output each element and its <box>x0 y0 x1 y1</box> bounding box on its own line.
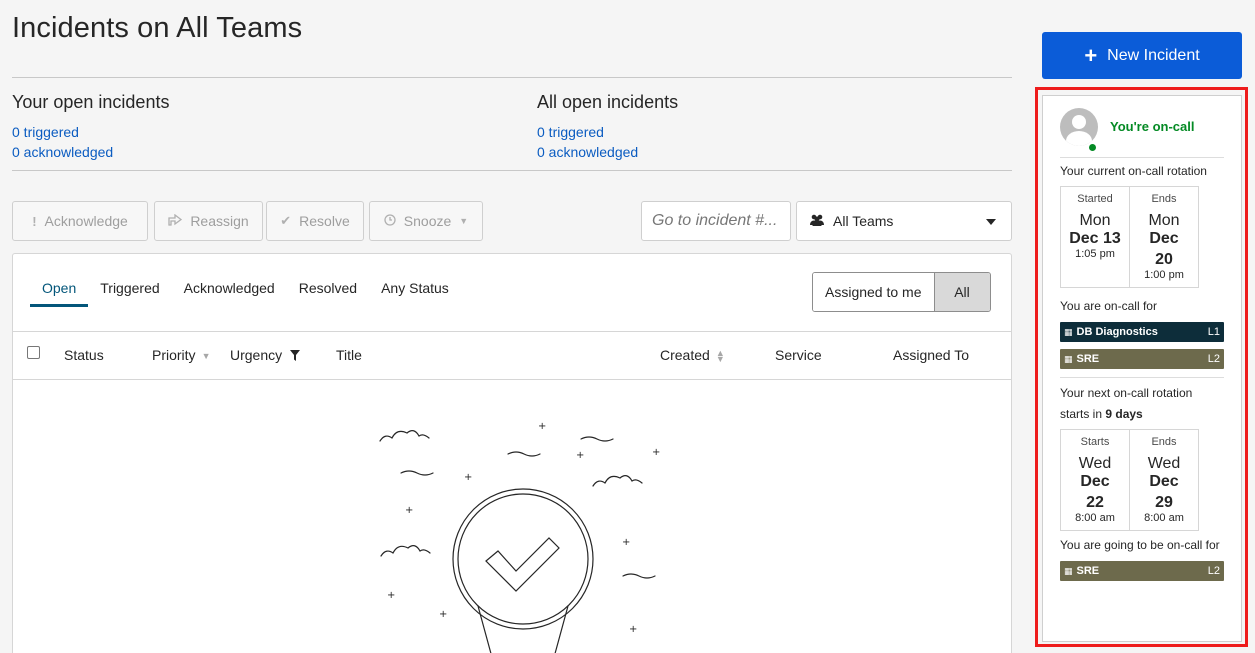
your-open-incidents: Your open incidents 0 triggered 0 acknow… <box>12 92 169 162</box>
svg-text:+: + <box>464 472 472 483</box>
col-status[interactable]: Status <box>64 347 104 363</box>
calendar-icon: ▦ <box>1064 354 1073 364</box>
divider <box>12 170 1012 171</box>
col-assigned-to: Assigned To <box>893 347 970 363</box>
tab-open[interactable]: Open <box>30 280 89 307</box>
col-title: Title <box>336 347 362 363</box>
svg-text:+: + <box>538 421 546 432</box>
status-tabs: Open Triggered Acknowledged Resolved Any… <box>30 280 461 307</box>
filter-icon[interactable] <box>290 348 301 364</box>
rotation-end: Ends Mon Dec 20 1:00 pm <box>1129 187 1198 287</box>
snooze-label: Snooze <box>403 213 452 229</box>
current-rotation-card: Started Mon Dec 13 1:05 pm Ends Mon Dec … <box>1060 186 1199 288</box>
svg-text:+: + <box>652 447 660 458</box>
share-icon <box>168 213 183 229</box>
svg-text:+: + <box>622 537 630 548</box>
col-created[interactable]: Created ▲ ▼ <box>660 347 725 365</box>
current-rotation-label: Your current on-call rotation <box>1060 164 1207 178</box>
select-all-checkbox[interactable] <box>27 346 40 359</box>
all-acknowledged-link[interactable]: 0 acknowledged <box>537 142 678 162</box>
snooze-button[interactable]: Snooze ▼ <box>369 201 483 241</box>
col-priority[interactable]: Priority ▼ <box>152 347 210 363</box>
checkmark-icon: ✔ <box>280 213 292 228</box>
svg-text:+: + <box>387 590 395 601</box>
page-title: Incidents on All Teams <box>12 12 303 44</box>
assigned-to-me-button[interactable]: Assigned to me <box>813 273 935 311</box>
your-acknowledged-link[interactable]: 0 acknowledged <box>12 142 169 162</box>
resolve-label: Resolve <box>299 213 350 229</box>
service-badge[interactable]: ▦ DB Diagnostics L1 <box>1060 322 1224 342</box>
reassign-button[interactable]: Reassign <box>154 201 263 241</box>
resolve-button[interactable]: ✔ Resolve <box>266 201 364 241</box>
your-triggered-link[interactable]: 0 triggered <box>12 122 169 142</box>
avatar <box>1060 107 1098 146</box>
service-badge[interactable]: ▦ SRE L2 <box>1060 349 1224 369</box>
service-badge[interactable]: ▦ SRE L2 <box>1060 561 1224 581</box>
new-incident-label: New Incident <box>1107 46 1200 64</box>
all-triggered-link[interactable]: 0 triggered <box>537 122 678 142</box>
svg-text:+: + <box>629 624 637 635</box>
teams-label: All Teams <box>833 213 894 229</box>
calendar-icon: ▦ <box>1064 327 1073 337</box>
assignment-toggle: Assigned to me All <box>812 272 991 312</box>
going-oncall-label: You are going to be on-call for <box>1060 538 1220 552</box>
no-incidents-illustration: + + + + + + + + + <box>379 421 660 653</box>
tab-acknowledged[interactable]: Acknowledged <box>172 280 287 307</box>
col-urgency[interactable]: Urgency <box>230 347 301 364</box>
plus-icon: + <box>1084 42 1098 68</box>
online-status-dot <box>1088 143 1097 152</box>
divider <box>12 77 1012 78</box>
current-rotation-section: Your current on-call rotation Started Mo… <box>1060 158 1224 378</box>
oncall-status: You're on-call <box>1110 119 1195 134</box>
teams-dropdown[interactable]: All Teams <box>796 201 1012 241</box>
svg-text:+: + <box>439 609 447 620</box>
all-open-incidents: All open incidents 0 triggered 0 acknowl… <box>537 92 678 162</box>
next-rotation-card: Starts Wed Dec 22 8:00 am Ends Wed Dec 2… <box>1060 429 1199 531</box>
all-assignees-button[interactable]: All <box>934 273 990 311</box>
rotation-start: Started Mon Dec 13 1:05 pm <box>1069 193 1121 260</box>
svg-text:+: + <box>405 505 413 516</box>
tab-resolved[interactable]: Resolved <box>287 280 369 307</box>
your-open-heading: Your open incidents <box>12 92 170 112</box>
tab-any-status[interactable]: Any Status <box>369 280 461 307</box>
next-rotation-label: Your next on-call rotation starts in 9 d… <box>1060 386 1193 421</box>
incidents-panel: Open Triggered Acknowledged Resolved Any… <box>12 253 1012 653</box>
acknowledge-label: Acknowledge <box>44 213 128 229</box>
goto-incident-input[interactable] <box>641 201 791 241</box>
col-service: Service <box>775 347 822 363</box>
all-open-heading: All open incidents <box>537 92 679 112</box>
caret-down-icon: ▼ <box>459 216 469 226</box>
table-header: Status Priority ▼ Urgency Title Created ▲ ▼… <box>13 331 1011 380</box>
new-incident-button[interactable]: + New Incident <box>1042 32 1242 79</box>
users-icon <box>809 213 825 229</box>
exclamation-icon: ! <box>32 213 37 229</box>
main-content: Incidents on All Teams Your open inciden… <box>12 0 1012 653</box>
caret-down-icon <box>986 219 996 225</box>
reassign-label: Reassign <box>190 213 249 229</box>
oncall-header: You're on-call <box>1060 96 1224 158</box>
oncall-for-label: You are on-call for <box>1060 299 1157 313</box>
oncall-panel: You're on-call Your current on-call rota… <box>1042 95 1242 642</box>
tab-triggered[interactable]: Triggered <box>88 280 171 307</box>
svg-text:+: + <box>576 450 584 461</box>
rotation-start: Starts Wed Dec 22 8:00 am <box>1075 436 1115 524</box>
next-rotation-section: Your next on-call rotation starts in 9 d… <box>1060 378 1224 581</box>
sort-down-icon: ▼ <box>201 351 211 362</box>
rotation-end: Ends Wed Dec 29 8:00 am <box>1129 430 1198 530</box>
acknowledge-button[interactable]: ! Acknowledge <box>12 201 148 241</box>
calendar-icon: ▦ <box>1064 566 1073 576</box>
sort-icon: ▲ ▼ <box>715 348 725 365</box>
clock-icon <box>384 213 396 229</box>
